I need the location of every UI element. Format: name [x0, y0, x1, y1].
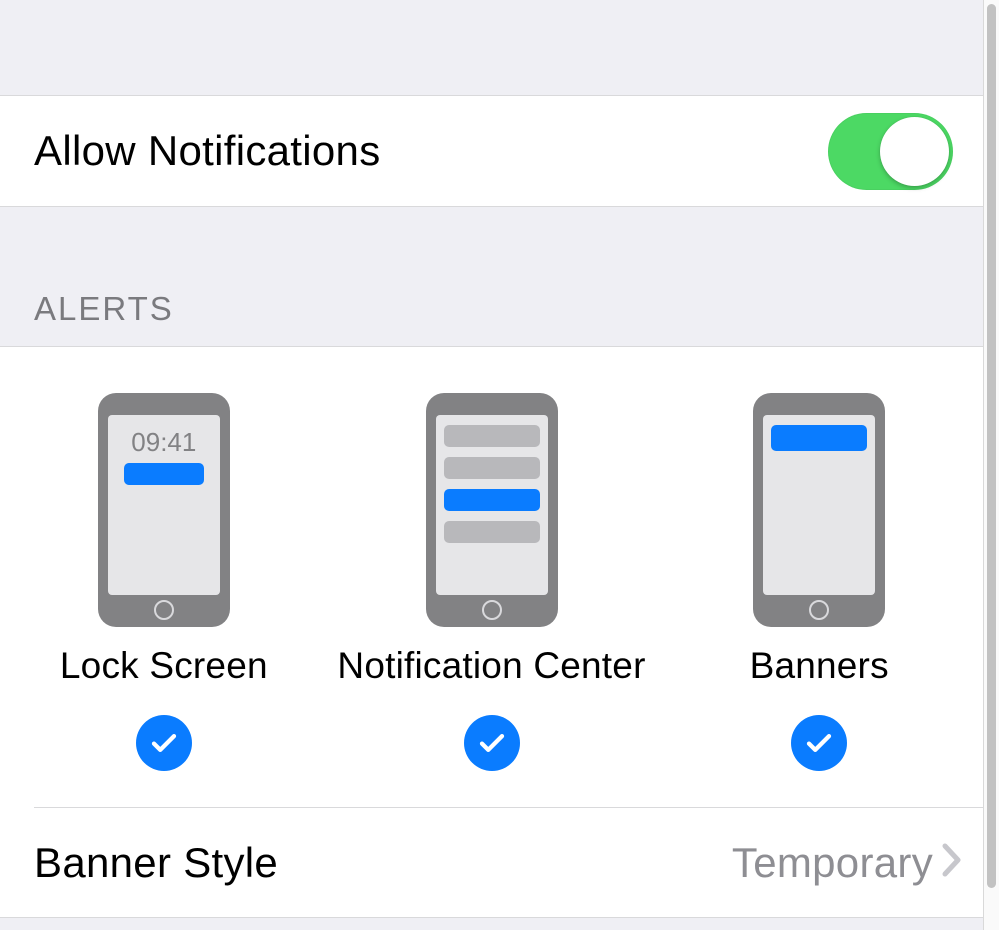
chevron-right-icon [941, 842, 963, 883]
banner-style-value: Temporary [732, 839, 941, 887]
notification-bar-icon [124, 463, 204, 485]
alert-option-lock-screen[interactable]: 09:41 Lock Screen [0, 393, 328, 771]
home-button-icon [154, 600, 174, 620]
list-bar-icon [444, 457, 540, 479]
home-button-icon [482, 600, 502, 620]
alerts-section-header: ALERTS [0, 207, 983, 347]
lock-screen-time: 09:41 [116, 423, 212, 455]
banners-phone-icon [753, 393, 885, 627]
notification-bar-icon [444, 489, 540, 511]
home-button-icon [809, 600, 829, 620]
allow-notifications-toggle[interactable] [828, 113, 953, 190]
allow-notifications-label: Allow Notifications [34, 127, 828, 175]
lock-screen-label: Lock Screen [60, 645, 268, 687]
notification-center-checkmark-icon [464, 715, 520, 771]
allow-notifications-row[interactable]: Allow Notifications [0, 96, 983, 207]
notification-center-label: Notification Center [337, 645, 645, 687]
alerts-options-row: 09:41 Lock Screen [0, 347, 983, 807]
lock-screen-checkmark-icon [136, 715, 192, 771]
toggle-knob [880, 117, 949, 186]
list-bar-icon [444, 521, 540, 543]
banner-style-label: Banner Style [34, 839, 732, 887]
alert-option-banners[interactable]: Banners [655, 393, 983, 771]
scrollbar[interactable] [983, 0, 999, 930]
list-bar-icon [444, 425, 540, 447]
notification-center-phone-icon [426, 393, 558, 627]
alerts-header-label: ALERTS [34, 290, 174, 328]
notification-settings-page: Allow Notifications ALERTS 09:41 [0, 0, 983, 930]
banner-bar-icon [771, 425, 867, 451]
alerts-card: 09:41 Lock Screen [0, 347, 983, 918]
banner-style-row[interactable]: Banner Style Temporary [0, 808, 983, 918]
banners-checkmark-icon [791, 715, 847, 771]
alert-option-notification-center[interactable]: Notification Center [328, 393, 656, 771]
top-spacer [0, 0, 983, 96]
scrollbar-thumb[interactable] [987, 4, 996, 888]
banners-label: Banners [750, 645, 889, 687]
lock-screen-phone-icon: 09:41 [98, 393, 230, 627]
